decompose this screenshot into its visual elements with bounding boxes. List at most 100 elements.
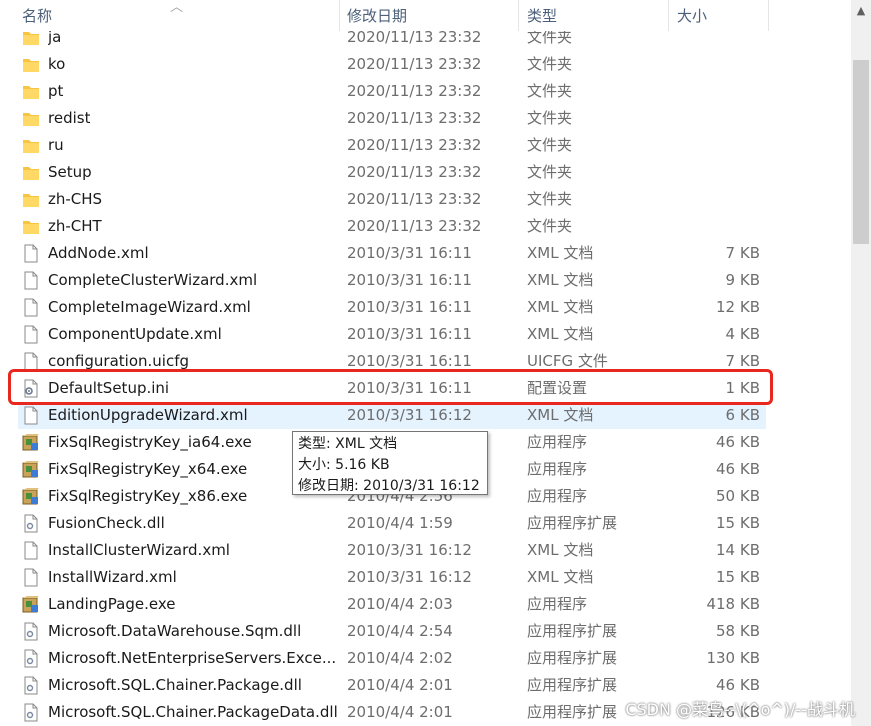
column-type-header[interactable]: 类型 (527, 0, 557, 31)
file-size: 418 KB (706, 595, 760, 613)
file-name[interactable]: zh-CHT (48, 213, 102, 240)
file-icon (22, 406, 40, 425)
file-modified: 2020/11/13 23:32 (347, 136, 482, 154)
file-size: 46 KB (716, 460, 760, 478)
file-type: 应用程序 (527, 433, 588, 451)
column-divider[interactable] (518, 0, 519, 31)
file-name[interactable]: LandingPage.exe (48, 591, 175, 618)
file-name[interactable]: Microsoft.SQL.Chainer.PackageData.dll (48, 699, 338, 726)
dll-icon (22, 622, 40, 641)
file-modified: 2010/3/31 16:12 (347, 406, 472, 424)
dll-icon (22, 703, 40, 722)
file-name[interactable]: Microsoft.NetEnterpriseServers.Exce... (48, 645, 336, 672)
file-type: 应用程序扩展 (527, 514, 618, 532)
folder-icon (22, 136, 40, 155)
file-row[interactable]: CompleteImageWizard.xml 2010/3/31 16:11 XM… (0, 294, 851, 321)
folder-icon (22, 190, 40, 209)
file-modified: 2010/4/4 2:02 (347, 649, 453, 667)
file-name[interactable]: ru (48, 132, 64, 159)
file-type: 应用程序扩展 (527, 676, 618, 694)
file-row[interactable]: FusionCheck.dll 2010/4/4 1:59 应用程序扩展 15 KB (0, 510, 851, 537)
file-name[interactable]: FixSqlRegistryKey_x64.exe (48, 456, 247, 483)
file-name[interactable]: ComponentUpdate.xml (48, 321, 222, 348)
file-size: 15 KB (716, 514, 760, 532)
file-row[interactable]: Microsoft.SQL.Chainer.Package.dll 2010/4/… (0, 672, 851, 699)
folder-icon (22, 217, 40, 236)
file-type: 文件夹 (527, 82, 573, 100)
file-row[interactable]: LandingPage.exe 2010/4/4 2:03 应用程序 418 KB (0, 591, 851, 618)
file-type: XML 文档 (527, 325, 594, 343)
file-row[interactable]: zh-CHS 2020/11/13 23:32 文件夹 (0, 186, 851, 213)
file-type: XML 文档 (527, 406, 594, 424)
file-name[interactable]: EditionUpgradeWizard.xml (48, 402, 248, 429)
vertical-scrollbar[interactable]: ▲ (851, 0, 871, 726)
file-type: XML 文档 (527, 298, 594, 316)
file-row[interactable]: zh-CHT 2020/11/13 23:32 文件夹 (0, 213, 851, 240)
file-row[interactable]: ko 2020/11/13 23:32 文件夹 (0, 51, 851, 78)
file-type: 应用程序扩展 (527, 703, 618, 721)
file-row[interactable]: CompleteClusterWizard.xml 2010/3/31 16:11… (0, 267, 851, 294)
scroll-up-arrow-icon[interactable]: ▲ (851, 0, 871, 22)
file-name[interactable]: redist (48, 105, 90, 132)
file-type: 应用程序扩展 (527, 649, 618, 667)
file-type: 文件夹 (527, 190, 573, 208)
file-size: 6 KB (725, 406, 760, 424)
file-name[interactable]: CompleteClusterWizard.xml (48, 267, 257, 294)
file-row[interactable]: Microsoft.DataWarehouse.Sqm.dll 2010/4/4 … (0, 618, 851, 645)
file-size: 7 KB (725, 244, 760, 262)
file-type: 应用程序 (527, 460, 588, 478)
file-row[interactable]: InstallWizard.xml 2010/3/31 16:12 XML 文档 15… (0, 564, 851, 591)
file-name[interactable]: AddNode.xml (48, 240, 149, 267)
folder-icon (22, 55, 40, 74)
installer-icon (22, 487, 40, 506)
scroll-thumb[interactable] (853, 60, 869, 244)
file-modified: 2010/4/4 2:03 (347, 595, 453, 613)
file-icon (22, 298, 40, 317)
file-row[interactable]: pt 2020/11/13 23:32 文件夹 (0, 78, 851, 105)
file-size: 4 KB (725, 325, 760, 343)
column-modified-header[interactable]: 修改日期 (347, 0, 407, 31)
file-row[interactable]: redist 2020/11/13 23:32 文件夹 (0, 105, 851, 132)
file-row[interactable]: Setup 2020/11/13 23:32 文件夹 (0, 159, 851, 186)
column-name-header[interactable]: 名称 (22, 0, 52, 31)
file-row[interactable]: EditionUpgradeWizard.xml 2010/3/31 16:12 X… (0, 402, 851, 429)
file-name[interactable]: ko (48, 51, 65, 78)
file-name[interactable]: InstallClusterWizard.xml (48, 537, 230, 564)
column-size-header[interactable]: 大小 (677, 0, 707, 31)
column-divider[interactable] (668, 0, 669, 31)
file-name[interactable]: Microsoft.DataWarehouse.Sqm.dll (48, 618, 301, 645)
file-type: 文件夹 (527, 136, 573, 154)
file-name[interactable]: FusionCheck.dll (48, 510, 165, 537)
file-modified: 2010/3/31 16:11 (347, 271, 472, 289)
file-name[interactable]: FixSqlRegistryKey_x86.exe (48, 483, 247, 510)
file-type: 文件夹 (527, 217, 573, 235)
file-icon (22, 541, 40, 560)
file-name[interactable]: pt (48, 78, 63, 105)
file-type: 文件夹 (527, 55, 573, 73)
file-name[interactable]: zh-CHS (48, 186, 102, 213)
file-type: XML 文档 (527, 244, 594, 262)
file-row[interactable]: ComponentUpdate.xml 2010/3/31 16:11 XML 文档… (0, 321, 851, 348)
file-name[interactable]: Microsoft.SQL.Chainer.Package.dll (48, 672, 302, 699)
file-row[interactable]: ru 2020/11/13 23:32 文件夹 (0, 132, 851, 159)
file-size: 46 KB (716, 676, 760, 694)
file-row[interactable]: Microsoft.NetEnterpriseServers.Exce... 20… (0, 645, 851, 672)
file-name[interactable]: Setup (48, 159, 92, 186)
installer-icon (22, 595, 40, 614)
installer-icon (22, 433, 40, 452)
file-modified: 2020/11/13 23:32 (347, 55, 482, 73)
folder-icon (22, 163, 40, 182)
file-size: 9 KB (725, 271, 760, 289)
file-name[interactable]: CompleteImageWizard.xml (48, 294, 251, 321)
file-name[interactable]: InstallWizard.xml (48, 564, 177, 591)
tooltip-modified: 修改日期: 2010/3/31 16:12 (298, 478, 480, 494)
file-name[interactable]: FixSqlRegistryKey_ia64.exe (48, 429, 252, 456)
file-modified: 2020/11/13 23:32 (347, 109, 482, 127)
column-divider[interactable] (768, 0, 769, 31)
file-type: 应用程序 (527, 487, 588, 505)
column-divider[interactable] (339, 0, 340, 31)
file-row[interactable]: AddNode.xml 2010/3/31 16:11 XML 文档 7 KB (0, 240, 851, 267)
tooltip-type: 类型: XML 文档 (298, 436, 398, 452)
file-modified: 2010/4/4 2:01 (347, 676, 453, 694)
file-row[interactable]: InstallClusterWizard.xml 2010/3/31 16:12 X… (0, 537, 851, 564)
